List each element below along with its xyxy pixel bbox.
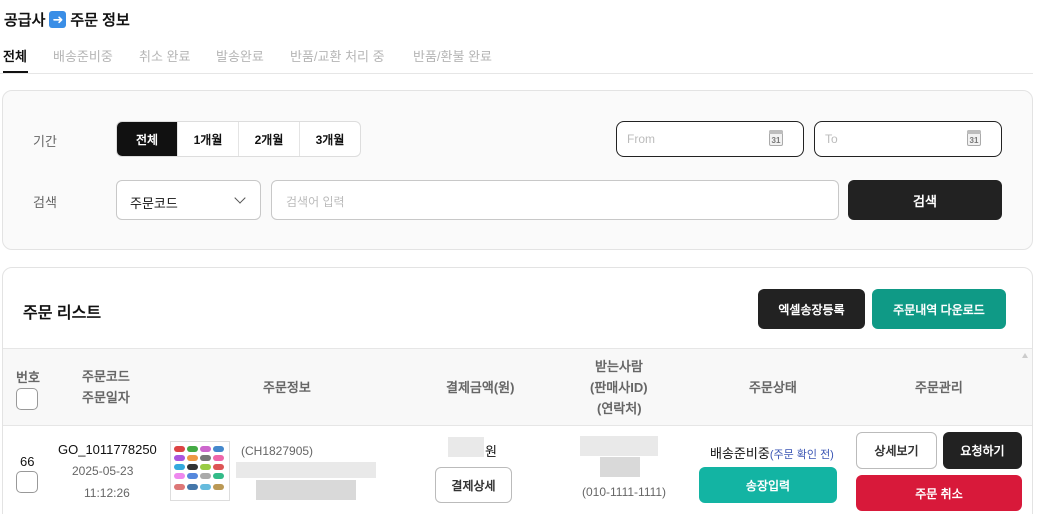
select-all-checkbox[interactable] xyxy=(16,388,38,410)
col-date: 주문일자 xyxy=(82,390,130,405)
active-tab-indicator xyxy=(3,71,28,73)
date-from-placeholder: From xyxy=(627,132,655,146)
redacted-product-option xyxy=(256,480,356,500)
invoice-input-button[interactable]: 송장입력 xyxy=(699,467,837,503)
table-header: 번호 주문코드 주문일자 주문정보 결제금액(원) 받는사람 (판매사ID) (… xyxy=(3,348,1032,426)
search-type-select[interactable]: 주문코드 xyxy=(116,180,261,220)
tab-shipped[interactable]: 발송완료 xyxy=(216,46,264,65)
search-placeholder: 검색어 입력 xyxy=(286,195,345,209)
list-title: 주문 리스트 xyxy=(23,305,102,322)
tab-all[interactable]: 전체 xyxy=(3,46,27,65)
date-to-field[interactable]: To 31 xyxy=(814,121,1002,157)
col-number: 번호 xyxy=(16,370,40,385)
col-contact: (연락처) xyxy=(597,401,642,416)
col-status: 주문상태 xyxy=(749,380,797,395)
download-orders-button[interactable]: 주문내역 다운로드 xyxy=(872,289,1006,329)
redacted-product-name xyxy=(236,462,376,478)
excel-invoice-button[interactable]: 엑셀송장등록 xyxy=(758,289,865,329)
amount-suffix: 원 xyxy=(485,444,497,459)
redacted-receiver xyxy=(580,436,658,456)
period-1month-button[interactable]: 1개월 xyxy=(178,122,239,156)
date-to-placeholder: To xyxy=(825,132,838,146)
title-left: 공급사 xyxy=(4,12,46,29)
row-checkbox[interactable] xyxy=(16,471,38,493)
col-info: 주문정보 xyxy=(263,380,311,395)
title-right: 주문 정보 xyxy=(70,12,130,29)
redacted-seller-id xyxy=(600,457,640,477)
status-text: 배송준비중 xyxy=(710,446,770,461)
search-input[interactable]: 검색어 입력 xyxy=(271,180,839,220)
redacted-amount xyxy=(448,437,484,457)
period-selector: 전체 1개월 2개월 3개월 xyxy=(116,121,361,157)
page-title: 공급사 ➜ 주문 정보 xyxy=(4,9,130,30)
search-label: 검색 xyxy=(33,195,57,210)
period-all-button[interactable]: 전체 xyxy=(117,122,178,156)
order-list-panel: 주문 리스트 엑셀송장등록 주문내역 다운로드 번호 주문코드 주문일자 주문정… xyxy=(2,267,1033,514)
receiver-phone: (010-1111-1111) xyxy=(582,485,667,499)
calendar-icon[interactable]: 31 xyxy=(769,130,783,146)
row-number: 66 xyxy=(20,454,35,469)
arrow-right-icon: ➜ xyxy=(49,11,67,28)
status-tabs: 전체 배송준비중 취소 완료 발송완료 반품/교환 처리 중 반품/환불 완료 xyxy=(0,44,1033,74)
chevron-down-icon xyxy=(234,192,246,204)
period-3month-button[interactable]: 3개월 xyxy=(300,122,360,156)
filter-panel: 기간 전체 1개월 2개월 3개월 From 31 To 31 검색 주문코드 … xyxy=(2,90,1033,250)
tab-return-processing[interactable]: 반품/교환 처리 중 xyxy=(290,46,385,65)
tab-return-complete[interactable]: 반품/환불 완료 xyxy=(413,46,492,65)
col-seller-id: (판매사ID) xyxy=(590,380,648,395)
status-note: (주문 확인 전) xyxy=(769,449,834,461)
product-thumbnail xyxy=(170,441,230,501)
cancel-order-button[interactable]: 주문 취소 xyxy=(856,475,1022,511)
col-amount: 결제금액(원) xyxy=(446,380,515,395)
payment-detail-button[interactable]: 결제상세 xyxy=(435,467,512,503)
scroll-up-icon[interactable] xyxy=(1022,353,1028,358)
search-type-value: 주문코드 xyxy=(130,196,178,211)
detail-view-button[interactable]: 상세보기 xyxy=(856,432,937,469)
tab-preparing[interactable]: 배송준비중 xyxy=(53,46,113,65)
calendar-icon[interactable]: 31 xyxy=(967,130,981,146)
order-date: 2025-05-23 xyxy=(72,464,134,478)
order-status: 배송준비중(주문 확인 전) xyxy=(710,443,834,462)
request-button[interactable]: 요청하기 xyxy=(943,432,1022,469)
col-manage: 주문관리 xyxy=(915,380,963,395)
product-code: (CH1827905) xyxy=(241,444,314,458)
order-code: GO_1011778250 xyxy=(58,442,157,457)
col-receiver: 받는사람 xyxy=(595,359,643,374)
tab-cancelled[interactable]: 취소 완료 xyxy=(139,46,190,65)
period-2month-button[interactable]: 2개월 xyxy=(239,122,300,156)
order-time: 11:12:26 xyxy=(84,486,130,500)
search-button[interactable]: 검색 xyxy=(848,180,1002,220)
date-from-field[interactable]: From 31 xyxy=(616,121,804,157)
period-label: 기간 xyxy=(33,134,57,149)
col-code: 주문코드 xyxy=(82,369,130,384)
